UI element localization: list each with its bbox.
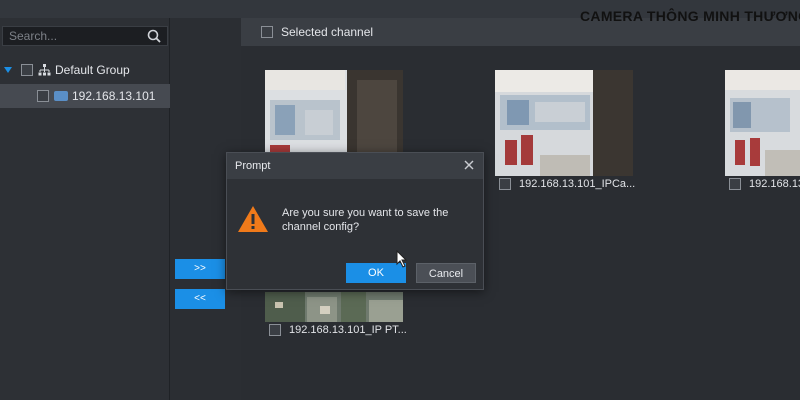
tree-item-device[interactable]: 192.168.13.101 — [0, 84, 170, 108]
dialog-message: Are you sure you want to save the channe… — [282, 207, 449, 233]
warning-icon — [238, 206, 268, 232]
channel-label: 192.168.13.101_IPCa... — [519, 178, 636, 190]
device-tree-panel: Default Group 192.168.13.101 — [0, 18, 170, 400]
search-input[interactable] — [3, 27, 143, 45]
remove-channel-button[interactable]: << — [175, 289, 225, 309]
dialog-titlebar: Prompt — [227, 153, 483, 179]
channel-thumbnail[interactable] — [495, 70, 633, 176]
channel-checkbox[interactable] — [499, 178, 511, 190]
select-all-checkbox[interactable] — [261, 26, 273, 38]
group-checkbox[interactable] — [21, 64, 33, 76]
channel-label: 192.168.13 — [749, 178, 800, 190]
channel-checkbox[interactable] — [729, 178, 741, 190]
cancel-button[interactable]: Cancel — [416, 263, 476, 283]
mouse-cursor-icon — [396, 250, 408, 268]
prompt-dialog: Prompt Are you sure you want to save the… — [226, 152, 484, 290]
search-icon[interactable] — [147, 29, 161, 43]
device-label: 192.168.13.101 — [72, 89, 156, 103]
channel-item[interactable]: 192.168.13.101_IP PT... — [269, 324, 407, 336]
channel-label: 192.168.13.101_IP PT... — [289, 324, 407, 336]
dialog-body: Are you sure you want to save the channe… — [227, 179, 483, 291]
device-checkbox[interactable] — [37, 90, 49, 102]
group-label: Default Group — [55, 63, 130, 77]
channel-item[interactable]: 192.168.13.101_IPCa... — [499, 178, 635, 190]
group-icon — [38, 64, 51, 76]
channel-item[interactable]: 192.168.13 — [729, 178, 800, 190]
channel-checkbox[interactable] — [269, 324, 281, 336]
watermark-text: CAMERA THÔNG MINH THƯƠNG — [580, 8, 800, 24]
tree-item-default-group[interactable]: Default Group — [0, 58, 170, 82]
channel-thumbnail[interactable] — [725, 70, 800, 176]
selected-channel-label: Selected channel — [281, 25, 374, 39]
channel-thumbnail[interactable] — [265, 292, 403, 322]
dialog-title: Prompt — [235, 160, 271, 172]
search-box — [2, 26, 168, 46]
tree-expand-icon[interactable] — [3, 65, 13, 75]
add-channel-button[interactable]: >> — [175, 259, 225, 279]
close-icon[interactable] — [463, 159, 475, 171]
device-icon — [54, 91, 68, 101]
